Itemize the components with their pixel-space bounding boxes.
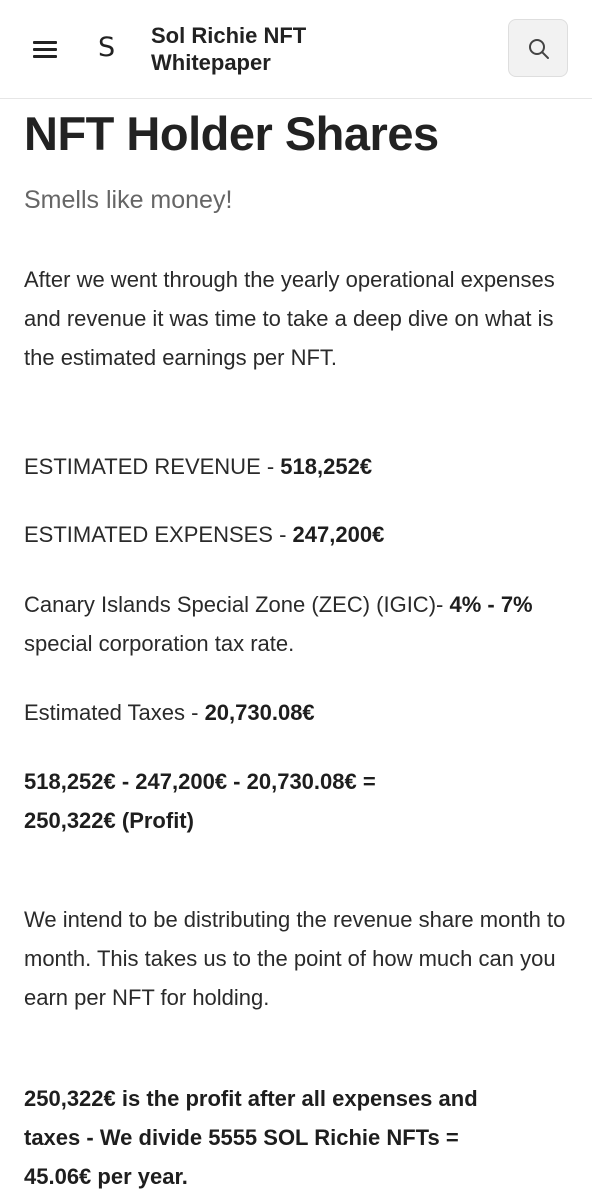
page-subtitle: Smells like money!: [24, 186, 233, 214]
revenue-label: ESTIMATED REVENUE -: [24, 454, 281, 479]
estimated-expenses: ESTIMATED EXPENSES - 247,200€: [24, 515, 572, 554]
summary-paragraph: 250,322€ is the profit after all expense…: [24, 1079, 572, 1196]
site-title-line-1: Sol Richie NFT: [151, 23, 307, 48]
expenses-label: ESTIMATED EXPENSES -: [24, 522, 293, 547]
hamburger-menu-icon[interactable]: [28, 34, 62, 62]
site-title-line-2: Whitepaper: [151, 50, 271, 75]
intro-paragraph: After we went through the yearly operati…: [24, 267, 555, 370]
summary-line-1: 250,322€ is the profit after all expense…: [24, 1086, 478, 1111]
zec-suffix: special corporation tax rate.: [24, 631, 295, 656]
site-logo[interactable]: S: [98, 30, 122, 66]
summary-line-3: 45.06€ per year.: [24, 1164, 188, 1189]
expenses-value: 247,200€: [292, 522, 385, 547]
profit-equation: 518,252€ - 247,200€ - 20,730.08€ = 250,3…: [24, 762, 572, 840]
page-title: NFT Holder Shares: [24, 107, 439, 160]
taxes-label: Estimated Taxes -: [24, 700, 205, 725]
zec-tax-rate: Canary Islands Special Zone (ZEC) (IGIC)…: [24, 585, 572, 663]
zec-value: 4% - 7%: [449, 592, 533, 617]
top-navigation-bar: S Sol Richie NFT Whitepaper: [0, 0, 592, 99]
menu-bar: [33, 41, 57, 44]
equation-line-2: 250,322€ (Profit): [24, 808, 194, 833]
estimated-taxes: Estimated Taxes - 20,730.08€: [24, 693, 572, 732]
site-title[interactable]: Sol Richie NFT Whitepaper: [151, 22, 351, 76]
estimated-revenue: ESTIMATED REVENUE - 518,252€: [24, 447, 572, 486]
zec-label: Canary Islands Special Zone (ZEC) (IGIC)…: [24, 592, 450, 617]
revenue-value: 518,252€: [280, 454, 373, 479]
search-button[interactable]: [508, 19, 568, 77]
summary-line-2: taxes - We divide 5555 SOL Richie NFTs =: [24, 1125, 459, 1150]
menu-bar: [33, 48, 57, 51]
equation-line-1: 518,252€ - 247,200€ - 20,730.08€ =: [24, 769, 376, 794]
taxes-value: 20,730.08€: [204, 700, 315, 725]
search-icon: [529, 39, 549, 59]
distribution-paragraph: We intend to be distributing the revenue…: [24, 907, 566, 1010]
menu-bar: [33, 55, 57, 58]
